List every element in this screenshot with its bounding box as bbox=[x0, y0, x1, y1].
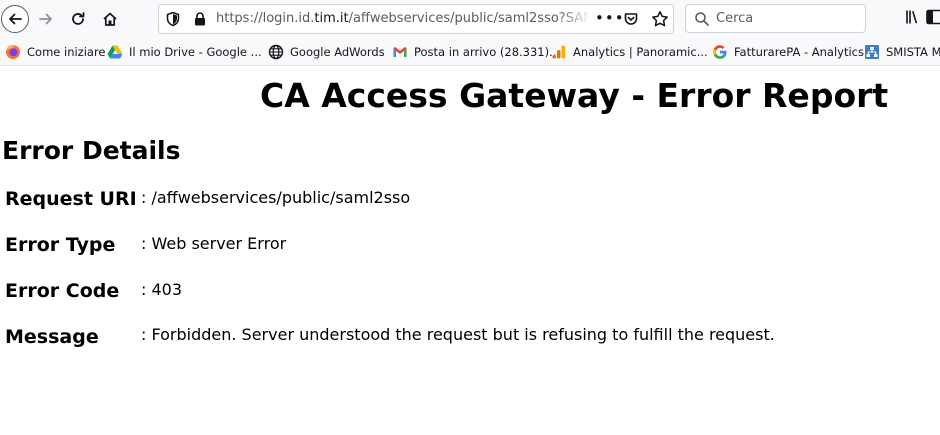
analytics-icon bbox=[551, 44, 567, 60]
url-path: /affwebservices/public/saml2sso?SAMLRequ… bbox=[348, 11, 588, 26]
section-heading: Error Details bbox=[2, 136, 181, 165]
bookmark-label: Analytics | Panoramic... bbox=[573, 45, 708, 59]
bookmark-label: Come iniziare bbox=[27, 45, 106, 59]
firefox-icon bbox=[5, 44, 21, 60]
bookmark-label: Google AdWords bbox=[290, 45, 385, 59]
error-code-value: : 403 bbox=[141, 280, 183, 299]
home-icon bbox=[103, 12, 117, 26]
arrow-left-icon bbox=[9, 13, 22, 25]
bookmark-item[interactable]: FatturarePA - Analytics bbox=[712, 43, 864, 61]
search-icon bbox=[694, 11, 710, 31]
reload-button[interactable] bbox=[64, 5, 92, 33]
back-button[interactable] bbox=[1, 5, 29, 33]
pocket-icon[interactable] bbox=[623, 11, 639, 31]
reload-icon bbox=[72, 12, 85, 25]
page-title: CA Access Gateway - Error Report bbox=[260, 76, 889, 115]
message-label: Message bbox=[5, 326, 99, 348]
sidebar-icon[interactable] bbox=[926, 8, 940, 30]
bookmarks-toolbar: Come iniziare Il mio Drive - Google ... … bbox=[0, 38, 940, 66]
message-value: : Forbidden. Server understood the reque… bbox=[141, 325, 775, 344]
bookmark-label: SMISTA MA bbox=[886, 45, 940, 59]
bookmark-item[interactable]: Come iniziare bbox=[5, 43, 106, 61]
bookmark-star-icon[interactable] bbox=[651, 10, 669, 32]
globe-icon bbox=[268, 44, 284, 60]
url-host: tim.it bbox=[314, 11, 349, 26]
bookmark-label: Posta in arrivo (28.331)... bbox=[414, 45, 561, 59]
sitemap-icon bbox=[864, 44, 880, 60]
page-actions-more-button[interactable]: ••• bbox=[595, 9, 625, 27]
google-drive-icon bbox=[107, 44, 123, 60]
request-uri-value: : /affwebservices/public/saml2sso bbox=[141, 188, 411, 207]
browser-toolbar: https://login.id.tim.it/affwebservices/p… bbox=[0, 0, 940, 38]
error-type-label: Error Type bbox=[5, 234, 116, 256]
address-bar[interactable]: https://login.id.tim.it/affwebservices/p… bbox=[158, 4, 674, 34]
bookmark-label: FatturarePA - Analytics bbox=[734, 45, 864, 59]
error-code-label: Error Code bbox=[5, 280, 120, 302]
google-icon bbox=[712, 44, 728, 60]
home-button[interactable] bbox=[96, 5, 124, 33]
url-prefix: https://login.id. bbox=[216, 11, 315, 26]
arrow-right-icon bbox=[39, 13, 52, 25]
url-text[interactable]: https://login.id.tim.it/affwebservices/p… bbox=[216, 11, 588, 26]
library-icon[interactable] bbox=[904, 8, 922, 30]
search-bar[interactable]: Cerca bbox=[685, 4, 866, 33]
bookmark-item[interactable]: SMISTA MA bbox=[864, 43, 940, 61]
bookmark-label: Il mio Drive - Google ... bbox=[129, 45, 262, 59]
page-content: CA Access Gateway - Error Report Error D… bbox=[0, 66, 940, 435]
request-uri-label: Request URI bbox=[5, 188, 137, 210]
gmail-icon bbox=[392, 44, 408, 60]
bookmark-item[interactable]: Il mio Drive - Google ... bbox=[107, 43, 262, 61]
bookmark-item[interactable]: Analytics | Panoramic... bbox=[551, 43, 708, 61]
url-fade bbox=[557, 6, 591, 32]
bookmark-item[interactable]: Google AdWords bbox=[268, 43, 385, 61]
tracking-protection-shield-icon[interactable] bbox=[165, 11, 181, 31]
bookmark-item[interactable]: Posta in arrivo (28.331)... bbox=[392, 43, 560, 61]
forward-button[interactable] bbox=[32, 5, 60, 33]
lock-icon[interactable] bbox=[192, 11, 208, 31]
error-type-value: : Web server Error bbox=[141, 234, 287, 253]
search-placeholder: Cerca bbox=[716, 11, 754, 26]
